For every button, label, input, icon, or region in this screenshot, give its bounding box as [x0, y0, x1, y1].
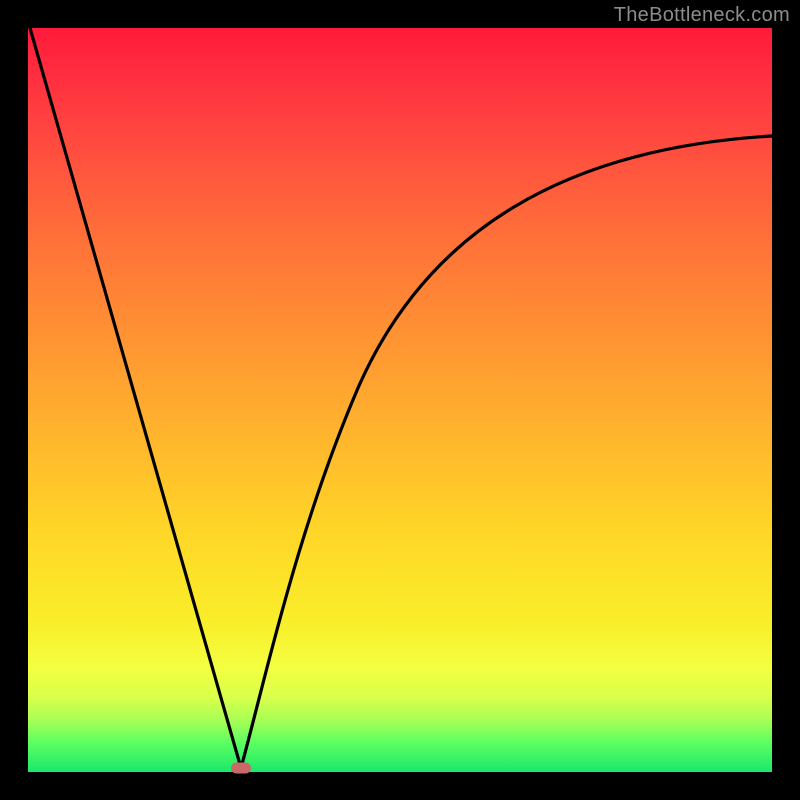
chart-frame: TheBottleneck.com [0, 0, 800, 800]
bottleneck-curve [28, 28, 772, 772]
curve-right-branch [241, 136, 772, 768]
curve-left-branch [30, 28, 241, 768]
vertex-marker [231, 763, 251, 774]
watermark-text: TheBottleneck.com [614, 4, 790, 27]
plot-area [28, 28, 772, 772]
